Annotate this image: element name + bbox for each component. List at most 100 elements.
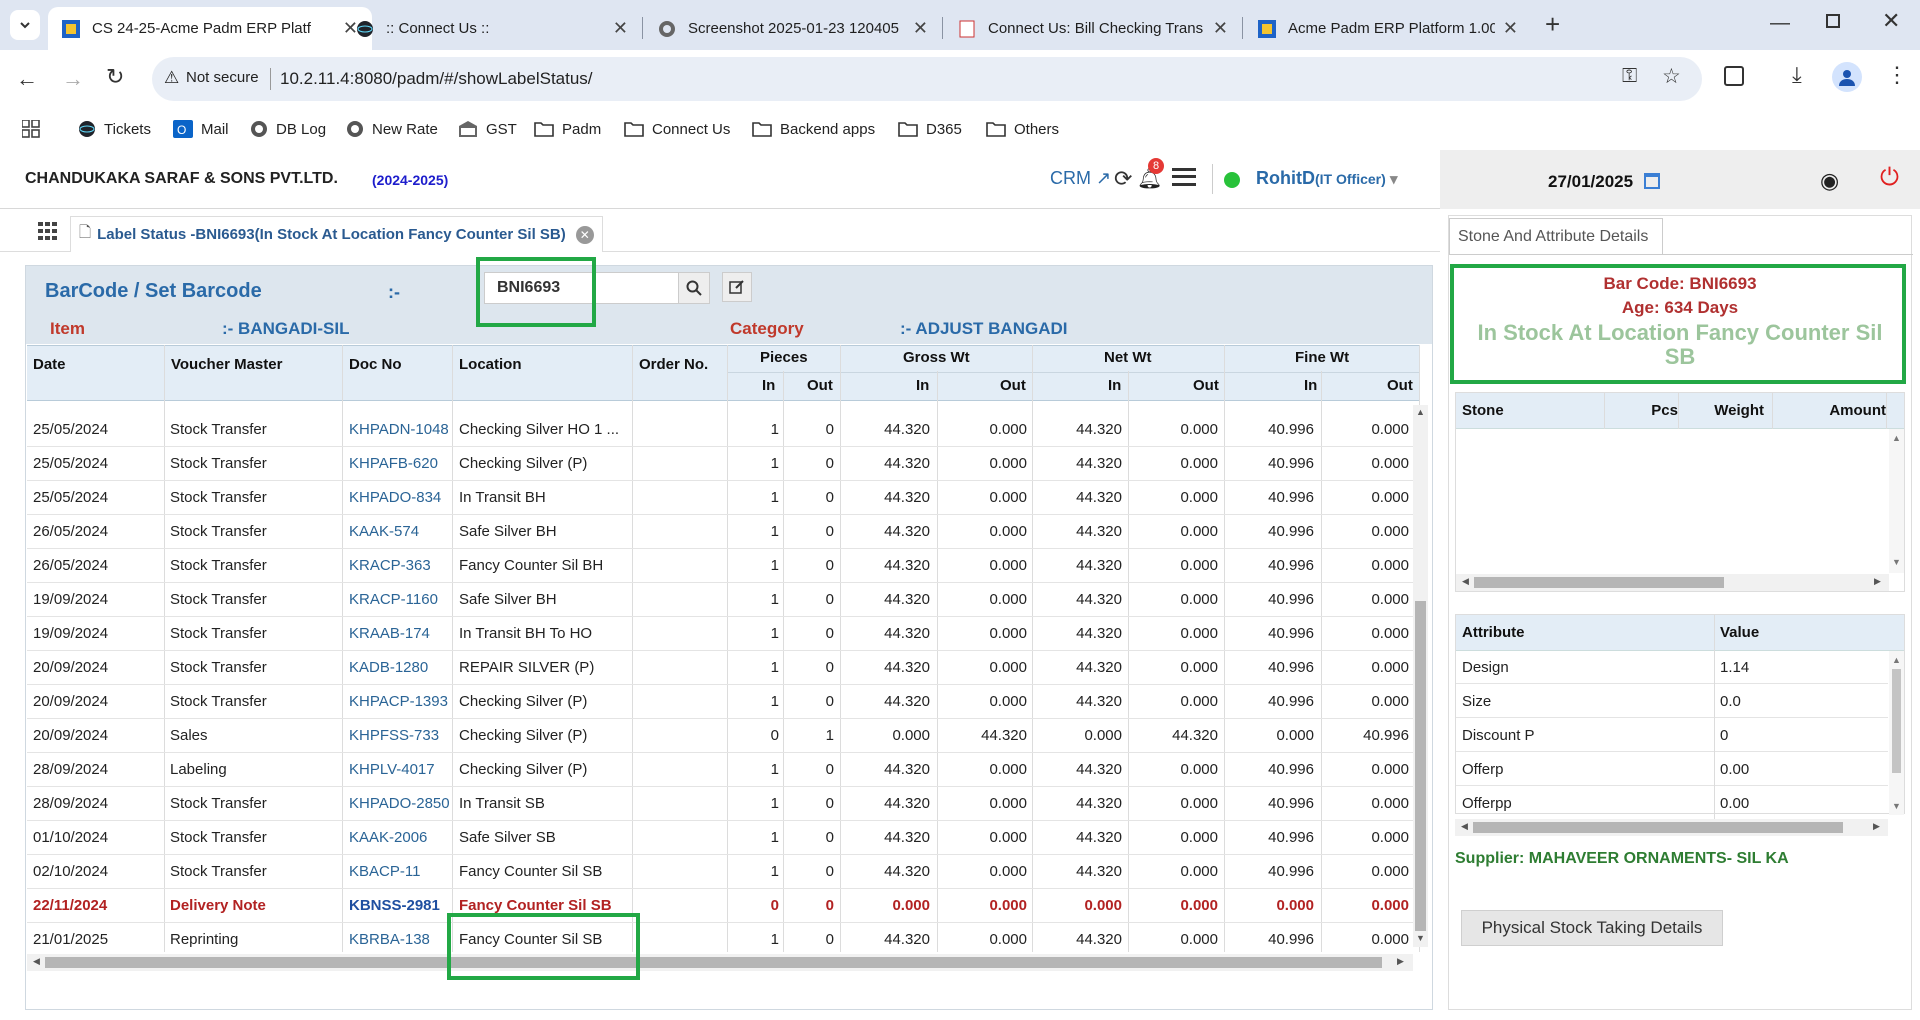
close-icon[interactable]: ✕ [1213, 18, 1228, 39]
table-row[interactable]: 21/01/2025 Reprinting KBRBA-138 Fancy Count… [27, 923, 1413, 957]
doc-no-link[interactable]: KHPFSS-733 [349, 719, 457, 753]
tab-search-button[interactable] [10, 10, 40, 40]
bookmark-tickets[interactable]: Tickets [78, 115, 151, 143]
refresh-icon[interactable]: ⟳ [1114, 166, 1132, 192]
apps-grid-icon[interactable] [22, 115, 40, 143]
download-icon[interactable]: ⤓ [1792, 62, 1802, 88]
cell-voucher: Delivery Note [170, 897, 266, 914]
cell-pin: 1 [770, 863, 779, 880]
doc-no-link[interactable]: KBRBA-138 [349, 923, 457, 957]
browser-tab-bill-checking[interactable]: Connect Us: Bill Checking Trans ✕ [944, 7, 1242, 50]
forward-button[interactable]: → [62, 66, 84, 92]
attribute-vertical-scrollbar[interactable]: ▲ ▼ [1889, 651, 1904, 815]
cell-fout: 0.000 [1371, 557, 1409, 574]
table-row[interactable]: 28/09/2024 Stock Transfer KHPADO-2850 In Tr… [27, 787, 1413, 821]
security-label[interactable]: Not secure [186, 69, 259, 86]
outlook-icon: O [173, 120, 193, 138]
bookmark-others[interactable]: Others [986, 115, 1059, 143]
app-logo-icon [1258, 19, 1276, 38]
cell-fout: 0.000 [1371, 421, 1409, 438]
table-row[interactable]: 20/09/2024 Sales KHPFSS-733 Checking Silver… [27, 719, 1413, 753]
browser-tab-padm[interactable]: CS 24-25-Acme Padm ERP Platf ✕ [48, 7, 372, 50]
doc-no-link[interactable]: KBACP-11 [349, 855, 457, 889]
table-row[interactable]: 25/05/2024 Stock Transfer KHPADO-834 In Tra… [27, 481, 1413, 515]
bookmark-connect-us[interactable]: Connect Us [624, 115, 730, 143]
doc-no-link[interactable]: KHPACP-1393 [349, 685, 457, 719]
doc-no-link[interactable]: KHPAFB-620 [349, 447, 457, 481]
cell-fin: 40.996 [1268, 557, 1314, 574]
close-icon[interactable]: ✕ [613, 18, 628, 39]
attribute-name: Discount P [1462, 727, 1535, 744]
cell-gin: 44.320 [884, 557, 930, 574]
omnibox[interactable]: ⚠ Not secure 10.2.11.4:8080/padm/#/showL… [152, 57, 1702, 101]
doc-no-link[interactable]: KRACP-1160 [349, 583, 457, 617]
bookmark-gst[interactable]: GST [458, 115, 517, 143]
bookmark-new-rate[interactable]: New Rate [346, 115, 438, 143]
table-row[interactable]: 20/09/2024 Stock Transfer KHPACP-1393 Check… [27, 685, 1413, 719]
table-row[interactable]: 25/05/2024 Stock Transfer KHPADN-1048 Check… [27, 413, 1413, 447]
tab-label-status[interactable]: 🗋︎ Label Status -BNI6693(In Stock At Loc… [70, 216, 603, 252]
reload-button[interactable]: ↻ [106, 64, 124, 90]
minimize-button[interactable]: — [1770, 12, 1790, 35]
doc-no-link[interactable]: KADB-1280 [349, 651, 457, 685]
doc-no-link[interactable]: KHPADO-834 [349, 481, 457, 515]
back-button[interactable]: ← [16, 66, 38, 92]
close-window-button[interactable]: ✕ [1882, 8, 1900, 34]
category-value: :- ADJUST BANGADI [900, 319, 1068, 338]
browser-tab-screenshot[interactable]: Screenshot 2025-01-23 120405 ✕ [644, 7, 942, 50]
close-icon[interactable]: ✕ [913, 18, 928, 39]
stone-vertical-scrollbar[interactable]: ▲ ▼ [1889, 429, 1904, 573]
table-row[interactable]: 01/10/2024 Stock Transfer KAAK-2006 Safe Si… [27, 821, 1413, 855]
table-row[interactable]: 20/09/2024 Stock Transfer KADB-1280 REPAIR … [27, 651, 1413, 685]
user-menu[interactable]: RohitD(IT Officer) ▾ [1256, 168, 1397, 189]
attribute-horizontal-scrollbar[interactable]: ◀ ▶ [1455, 819, 1888, 836]
table-row[interactable]: 26/05/2024 Stock Transfer KAAK-574 Safe Sil… [27, 515, 1413, 549]
extensions-icon[interactable] [1724, 66, 1744, 86]
doc-no-link[interactable]: KRACP-363 [349, 549, 457, 583]
doc-no-link[interactable]: KBNSS-2981 [349, 889, 457, 923]
browser-tab-connect-us[interactable]: :: Connect Us :: ✕ [342, 7, 642, 50]
power-icon[interactable]: ⏻ [1880, 164, 1899, 192]
table-row[interactable]: 19/09/2024 Stock Transfer KRACP-1160 Safe S… [27, 583, 1413, 617]
list-menu-icon[interactable] [1172, 168, 1196, 186]
browser-tab-erp[interactable]: Acme Padm ERP Platform 1.00 ✕ [1244, 7, 1532, 50]
bookmark-mail[interactable]: O Mail [173, 115, 229, 143]
module-grid-icon[interactable] [38, 222, 58, 244]
doc-no-link[interactable]: KHPADO-2850 [349, 787, 457, 821]
new-tab-button[interactable]: + [1545, 10, 1569, 40]
key-icon[interactable]: ⚿ [1622, 65, 1637, 88]
edit-button[interactable] [722, 272, 752, 302]
doc-no-link[interactable]: KHPADN-1048 [349, 413, 457, 447]
table-row[interactable]: 02/10/2024 Stock Transfer KBACP-11 Fancy Co… [27, 855, 1413, 889]
doc-no-link[interactable]: KHPLV-4017 [349, 753, 457, 787]
cell-gout: 0.000 [989, 557, 1027, 574]
profile-avatar[interactable] [1832, 62, 1862, 92]
table-row[interactable]: 28/09/2024 Labeling KHPLV-4017 Checking Sil… [27, 753, 1413, 787]
tab-stone-attribute[interactable]: Stone And Attribute Details [1449, 218, 1663, 254]
table-row[interactable]: 25/05/2024 Stock Transfer KHPAFB-620 Checki… [27, 447, 1413, 481]
search-button[interactable] [678, 272, 710, 304]
doc-no-link[interactable]: KAAK-574 [349, 515, 457, 549]
crm-link[interactable]: CRM ↗ [1050, 168, 1111, 189]
browser-menu-icon[interactable]: ⋮ [1886, 62, 1908, 88]
close-tab-icon[interactable]: ✕ [575, 225, 594, 244]
table-vertical-scrollbar[interactable]: ▲ ▼ [1413, 405, 1428, 947]
close-icon[interactable]: ✕ [1503, 18, 1518, 39]
bookmark-db-log[interactable]: DB Log [250, 115, 326, 143]
bookmark-d365[interactable]: D365 [898, 115, 962, 143]
calendar-icon[interactable] [1644, 173, 1660, 189]
table-row[interactable]: 26/05/2024 Stock Transfer KRACP-363 Fancy C… [27, 549, 1413, 583]
doc-no-link[interactable]: KAAK-2006 [349, 821, 457, 855]
doc-no-link[interactable]: KRAAB-174 [349, 617, 457, 651]
table-horizontal-scrollbar[interactable]: ◀ ▶ [27, 954, 1413, 971]
restore-button[interactable] [1826, 14, 1840, 28]
table-row[interactable]: 19/09/2024 Stock Transfer KRAAB-174 In Tran… [27, 617, 1413, 651]
bookmark-backend-apps[interactable]: Backend apps [752, 115, 875, 143]
stone-horizontal-scrollbar[interactable]: ◀ ▶ [1456, 574, 1889, 591]
physical-stock-taking-button[interactable]: Physical Stock Taking Details [1461, 910, 1723, 946]
star-icon[interactable]: ☆ [1662, 64, 1681, 89]
table-row[interactable]: 22/11/2024 Delivery Note KBNSS-2981 Fancy C… [27, 889, 1413, 923]
url-text[interactable]: 10.2.11.4:8080/padm/#/showLabelStatus/ [280, 69, 593, 89]
bookmark-padm[interactable]: Padm [534, 115, 601, 143]
eye-off-icon[interactable]: ◉ [1820, 168, 1839, 194]
